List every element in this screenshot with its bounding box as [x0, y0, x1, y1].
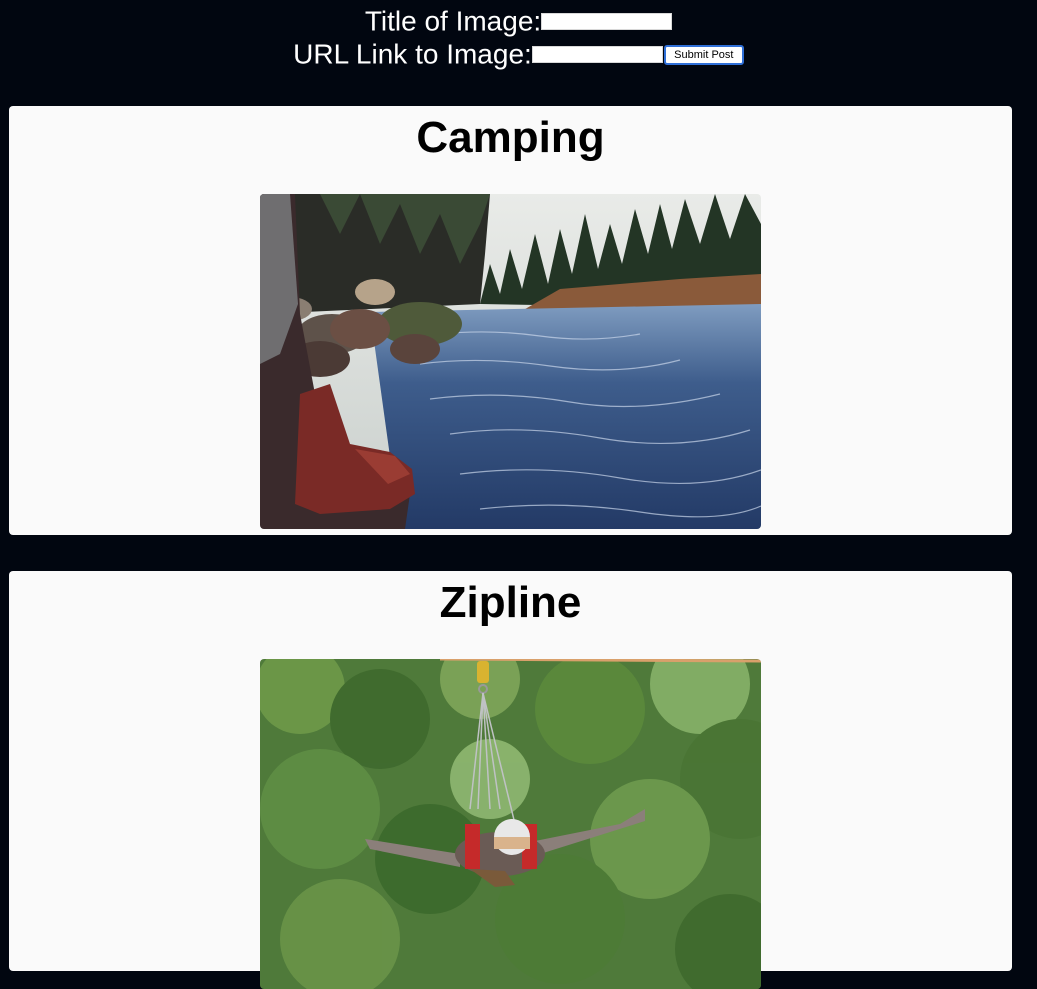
post-image: [260, 194, 761, 529]
river-camping-photo: [260, 194, 761, 529]
submit-post-button[interactable]: Submit Post: [663, 44, 744, 65]
post-title: Camping: [416, 113, 605, 162]
post-title: Zipline: [439, 578, 582, 627]
title-row: Title of Image:: [0, 3, 1037, 39]
post-card: Zipline: [9, 571, 1012, 989]
zipline-photo: [260, 659, 761, 989]
title-input[interactable]: [541, 13, 673, 31]
post-form: Title of Image: URL Link to Image: Submit…: [0, 0, 1037, 100]
title-label: Title of Image:: [364, 5, 542, 37]
url-input[interactable]: [531, 46, 663, 64]
post-card: Camping: [9, 106, 1012, 535]
post-image: [260, 659, 761, 989]
url-row: URL Link to Image: Submit Post: [0, 36, 1037, 72]
url-label: URL Link to Image:: [293, 38, 532, 70]
